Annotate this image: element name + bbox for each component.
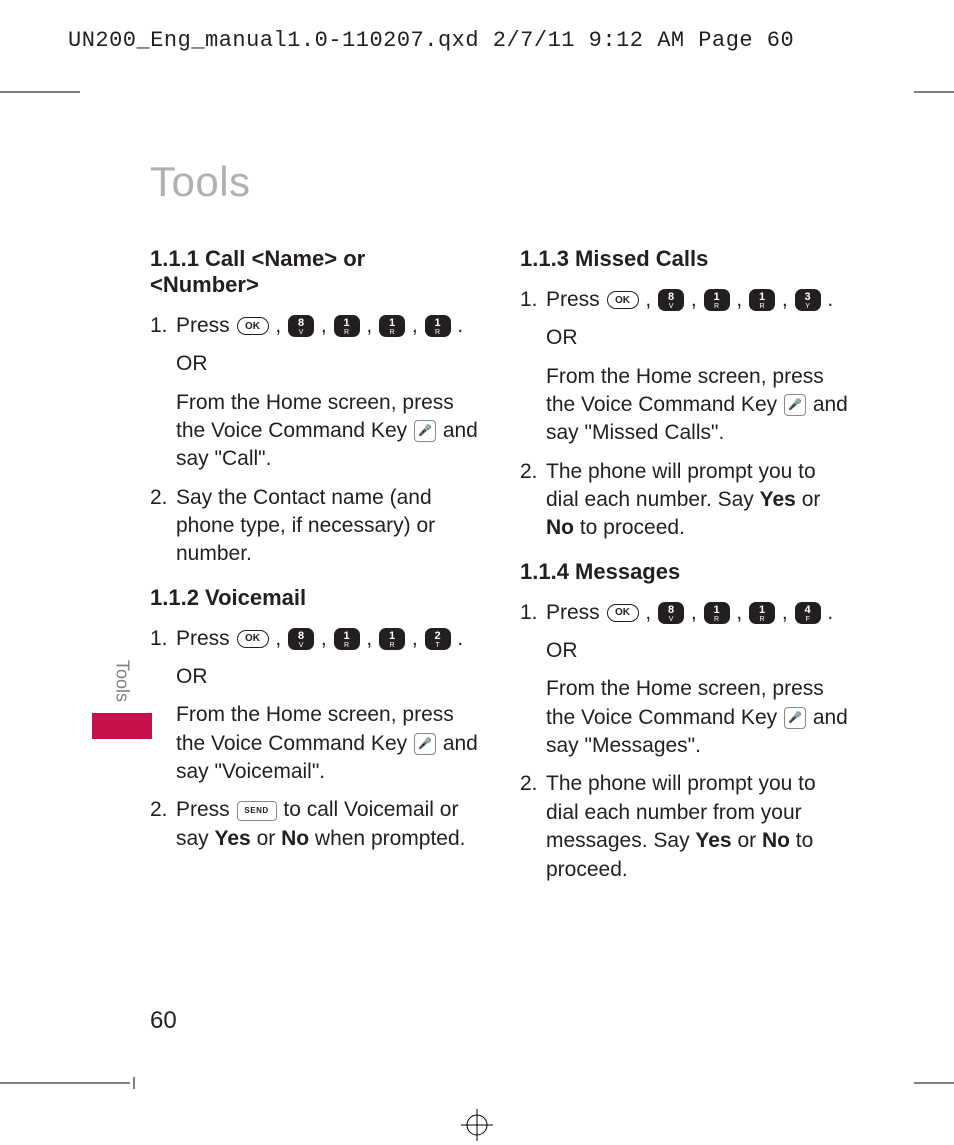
num-key-icon: 1R xyxy=(704,602,730,624)
or-label: OR xyxy=(176,663,480,691)
page-body: Tools 1.1.1 Call <Name> or <Number> 1. P… xyxy=(150,158,870,894)
text: Press xyxy=(546,601,606,624)
step: 1. Press OK , 8V , 1R , 1R , 2T . OR Fro… xyxy=(150,625,480,787)
page-title: Tools xyxy=(150,158,870,206)
num-key-icon: 1R xyxy=(334,628,360,650)
side-tab-bar xyxy=(92,713,152,739)
text: From the Home screen, press the Voice Co… xyxy=(176,703,454,754)
step-number: 1. xyxy=(150,625,176,787)
text: or xyxy=(796,488,821,511)
text-bold: Yes xyxy=(760,488,796,511)
step-number: 2. xyxy=(150,796,176,853)
text-bold: Yes xyxy=(215,827,251,850)
num-key-icon: 8V xyxy=(658,602,684,624)
text: Press xyxy=(176,627,236,650)
step: 2. The phone will prompt you to dial eac… xyxy=(520,458,850,543)
or-label: OR xyxy=(546,637,850,665)
num-key-icon: 1R xyxy=(749,602,775,624)
crop-mark-ml xyxy=(88,86,100,126)
step: 2. The phone will prompt you to dial eac… xyxy=(520,770,850,883)
column-left: 1.1.1 Call <Name> or <Number> 1. Press O… xyxy=(150,246,480,894)
num-key-icon: 1R xyxy=(425,315,451,337)
step: 1. Press OK , 8V , 1R , 1R , 3Y . OR Fro… xyxy=(520,286,850,448)
text: or xyxy=(251,827,281,850)
step: 1. Press OK , 8V , 1R , 1R , 1R . OR Fro… xyxy=(150,312,480,474)
crop-mark-br xyxy=(914,1077,954,1089)
voice-key-icon: 🎤 xyxy=(784,707,806,729)
text: Press xyxy=(176,798,236,821)
page-number: 60 xyxy=(150,1007,177,1035)
num-key-icon: 4F xyxy=(795,602,821,624)
crop-mark-tr xyxy=(914,86,954,98)
ok-key-icon: OK xyxy=(607,291,639,309)
text-bold: Yes xyxy=(695,829,731,852)
num-key-icon: 1R xyxy=(379,628,405,650)
num-key-icon: 8V xyxy=(288,315,314,337)
send-key-icon: SEND xyxy=(237,801,277,821)
crop-mark-tl xyxy=(0,86,90,98)
step-number: 1. xyxy=(520,599,546,761)
step-number: 2. xyxy=(520,458,546,543)
side-tab-label: Tools xyxy=(112,660,133,702)
heading-1-1-4: 1.1.4 Messages xyxy=(520,559,850,585)
heading-1-1-2: 1.1.2 Voicemail xyxy=(150,585,480,611)
num-key-icon: 3Y xyxy=(795,289,821,311)
text: or xyxy=(732,829,762,852)
text: Say the Contact name (and phone type, if… xyxy=(176,484,480,569)
num-key-icon: 8V xyxy=(288,628,314,650)
text: From the Home screen, press the Voice Co… xyxy=(546,365,824,416)
num-key-icon: 1R xyxy=(749,289,775,311)
text: Press xyxy=(176,314,236,337)
or-label: OR xyxy=(176,350,480,378)
text-bold: No xyxy=(546,516,574,539)
or-label: OR xyxy=(546,324,850,352)
heading-1-1-1: 1.1.1 Call <Name> or <Number> xyxy=(150,246,480,298)
text-bold: No xyxy=(762,829,790,852)
num-key-icon: 1R xyxy=(704,289,730,311)
registration-mark xyxy=(457,1105,497,1145)
heading-1-1-3: 1.1.3 Missed Calls xyxy=(520,246,850,272)
crop-mark-bl xyxy=(0,1077,140,1089)
num-key-icon: 2T xyxy=(425,628,451,650)
voice-key-icon: 🎤 xyxy=(784,394,806,416)
num-key-icon: 1R xyxy=(334,315,360,337)
ok-key-icon: OK xyxy=(607,604,639,622)
step-number: 1. xyxy=(150,312,176,474)
step-number: 2. xyxy=(520,770,546,883)
voice-key-icon: 🎤 xyxy=(414,420,436,442)
ok-key-icon: OK xyxy=(237,317,269,335)
text: Press xyxy=(546,288,606,311)
step-number: 2. xyxy=(150,484,176,569)
text: when prompted. xyxy=(309,827,465,850)
step: 1. Press OK , 8V , 1R , 1R , 4F . OR Fro… xyxy=(520,599,850,761)
column-right: 1.1.3 Missed Calls 1. Press OK , 8V , 1R… xyxy=(520,246,850,894)
text-bold: No xyxy=(281,827,309,850)
text: From the Home screen, press the Voice Co… xyxy=(546,677,824,728)
step: 2. Press SEND to call Voicemail or say Y… xyxy=(150,796,480,853)
num-key-icon: 8V xyxy=(658,289,684,311)
step: 2. Say the Contact name (and phone type,… xyxy=(150,484,480,569)
side-tab: Tools xyxy=(92,660,152,739)
step-number: 1. xyxy=(520,286,546,448)
ok-key-icon: OK xyxy=(237,630,269,648)
print-header: UN200_Eng_manual1.0-110207.qxd 2/7/11 9:… xyxy=(68,28,794,53)
text: From the Home screen, press the Voice Co… xyxy=(176,391,454,442)
voice-key-icon: 🎤 xyxy=(414,733,436,755)
text: to proceed. xyxy=(574,516,685,539)
num-key-icon: 1R xyxy=(379,315,405,337)
